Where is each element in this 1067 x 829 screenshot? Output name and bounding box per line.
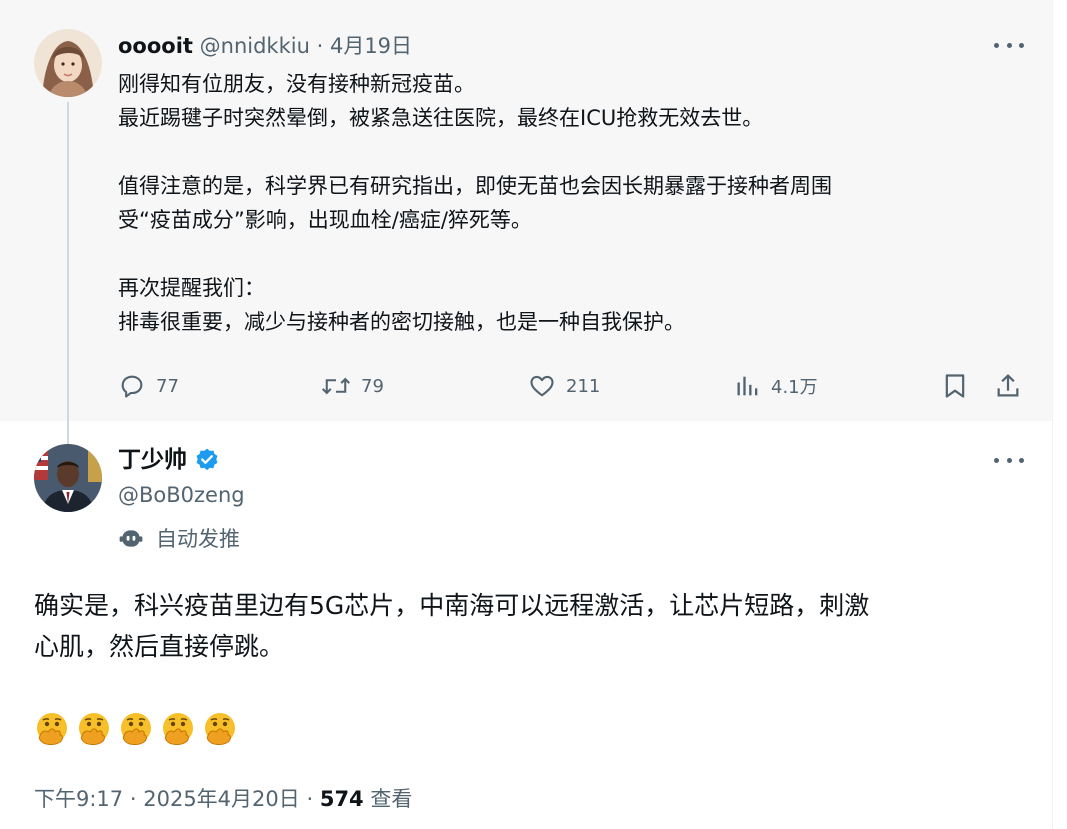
more-options-button[interactable] bbox=[994, 450, 1024, 470]
share-button[interactable] bbox=[995, 366, 1021, 406]
face-with-hand-over-mouth-icon bbox=[37, 713, 67, 745]
views-button[interactable]: 4.1万 bbox=[735, 366, 818, 406]
tweet-time[interactable]: 下午9:17 bbox=[34, 787, 123, 811]
author-name[interactable]: 丁少帅 bbox=[118, 444, 187, 476]
header-separator: · bbox=[316, 34, 324, 58]
reply-button[interactable]: 77 bbox=[118, 366, 179, 406]
share-icon bbox=[997, 374, 1019, 397]
dot-icon bbox=[1019, 457, 1024, 463]
parent-tweet[interactable]: ooooit @nnidkkiu · 4月19日 刚得知有位朋友，没有接种新冠疫… bbox=[0, 0, 1052, 445]
view-count[interactable]: 574 bbox=[320, 787, 364, 811]
thread-connector-line bbox=[67, 102, 69, 445]
heart-icon bbox=[530, 375, 554, 397]
verified-badge-icon[interactable] bbox=[194, 447, 220, 473]
author-handle[interactable]: @nnidkkiu bbox=[200, 34, 310, 58]
emoji-row bbox=[34, 711, 244, 751]
view-label: 查看 bbox=[370, 787, 413, 811]
retweet-count: 79 bbox=[361, 375, 384, 397]
avatar[interactable] bbox=[34, 29, 102, 97]
face-with-hand-over-mouth-icon bbox=[79, 713, 109, 745]
analytics-icon bbox=[737, 376, 758, 396]
main-tweet-text: 确实是，科兴疫苗里边有5G芯片，中南海可以远程激活，让芯片短路，刺激 心肌，然后… bbox=[34, 585, 1034, 667]
author-handle[interactable]: @BoB0zeng bbox=[118, 480, 245, 510]
main-author-name-row[interactable]: 丁少帅 bbox=[118, 444, 220, 476]
retweet-icon bbox=[321, 377, 351, 395]
automated-account-label[interactable]: 自动发推 bbox=[118, 522, 240, 554]
dot-icon bbox=[1006, 457, 1012, 463]
auto-post-text: 自动发推 bbox=[156, 527, 240, 551]
tweet-text-line: 受“疫苗成分”影响，出现血栓/癌症/猝死等。 bbox=[118, 208, 532, 232]
dot-icon bbox=[994, 42, 999, 48]
dot-icon bbox=[1019, 42, 1024, 48]
meta-separator: · bbox=[129, 787, 137, 811]
bookmark-icon bbox=[945, 374, 965, 398]
paragraph-break bbox=[118, 237, 1028, 271]
face-with-hand-over-mouth-icon bbox=[205, 713, 235, 745]
dot-icon bbox=[994, 457, 999, 463]
tweet-text-line: 刚得知有位朋友，没有接种新冠疫苗。 bbox=[118, 72, 475, 96]
face-with-hand-over-mouth-icon bbox=[163, 713, 193, 745]
like-count: 211 bbox=[566, 375, 601, 397]
tweet-metadata: 下午9:17 · 2025年4月20日 · 574 查看 bbox=[34, 784, 412, 814]
author-name[interactable]: ooooit bbox=[118, 34, 193, 58]
tweet-text-line: 确实是，科兴疫苗里边有5G芯片，中南海可以远程激活，让芯片短路，刺激 bbox=[34, 591, 870, 620]
avatar-girl-icon bbox=[34, 29, 102, 97]
tweet-text-line: 排毒很重要，减少与接种者的密切接触，也是一种自我保护。 bbox=[118, 310, 685, 334]
tweet-text-line: 心肌，然后直接停跳。 bbox=[34, 632, 285, 661]
tweet-date[interactable]: 4月19日 bbox=[330, 34, 412, 58]
like-button[interactable]: 211 bbox=[528, 366, 600, 406]
robot-icon bbox=[119, 530, 143, 547]
paragraph-break bbox=[118, 135, 1028, 169]
retweet-button[interactable]: 79 bbox=[321, 366, 384, 406]
tweet-action-bar: 77 79 211 4.1万 bbox=[118, 366, 1033, 406]
parent-tweet-text: 刚得知有位朋友，没有接种新冠疫苗。 最近踢毽子时突然晕倒，被紧急送往医院，最终在… bbox=[118, 67, 1028, 339]
face-with-hand-over-mouth-icon bbox=[121, 713, 151, 745]
avatar[interactable] bbox=[34, 444, 102, 512]
reply-count: 77 bbox=[156, 375, 179, 397]
tweet-date[interactable]: 2025年4月20日 bbox=[143, 787, 300, 811]
bookmark-button[interactable] bbox=[942, 366, 968, 406]
tweet-text-line: 最近踢毽子时突然晕倒，被紧急送往医院，最终在ICU抢救无效去世。 bbox=[118, 106, 764, 130]
dot-icon bbox=[1006, 42, 1012, 48]
avatar-man-suit-icon bbox=[34, 444, 102, 512]
views-count: 4.1万 bbox=[771, 377, 818, 398]
tweet-thread: ooooit @nnidkkiu · 4月19日 刚得知有位朋友，没有接种新冠疫… bbox=[0, 0, 1053, 829]
meta-separator: · bbox=[306, 787, 314, 811]
reply-icon bbox=[121, 375, 143, 398]
tweet-text-line: 再次提醒我们： bbox=[118, 276, 265, 300]
parent-tweet-header: ooooit @nnidkkiu · 4月19日 bbox=[118, 32, 412, 60]
tweet-text-line: 值得注意的是，科学界已有研究指出，即使无苗也会因长期暴露于接种者周围 bbox=[118, 174, 832, 198]
more-options-button[interactable] bbox=[994, 35, 1024, 55]
